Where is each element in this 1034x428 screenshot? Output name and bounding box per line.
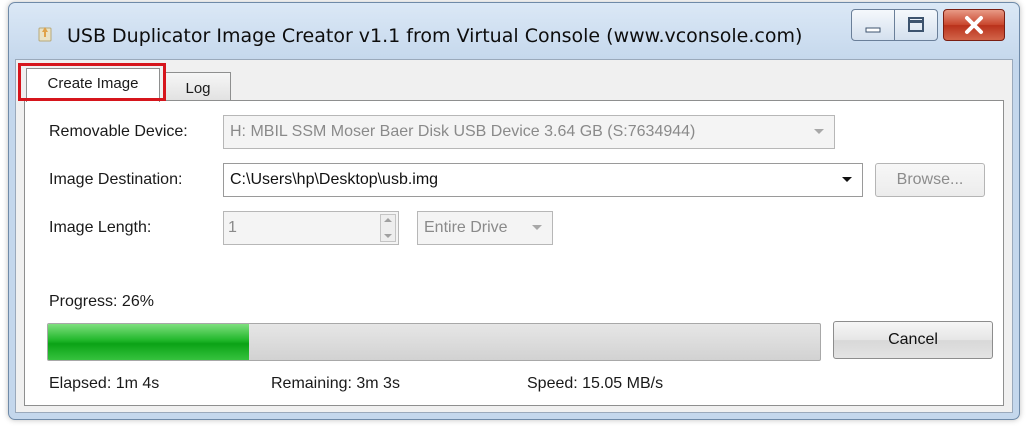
progress-bar: [47, 323, 821, 361]
window-title: USB Duplicator Image Creator v1.1 from V…: [67, 25, 803, 47]
app-window: USB Duplicator Image Creator v1.1 from V…: [8, 2, 1020, 420]
browse-button[interactable]: Browse...: [875, 163, 985, 197]
app-icon: [35, 23, 55, 43]
progress-fill: [48, 324, 249, 360]
removable-device-select[interactable]: H: MBIL SSM Moser Baer Disk USB Device 3…: [223, 115, 835, 149]
chevron-down-icon: [814, 129, 824, 134]
image-length-value: 1: [228, 219, 237, 236]
create-image-panel: Removable Device: H: MBIL SSM Moser Baer…: [24, 100, 1004, 406]
image-length-label: Image Length:: [49, 219, 152, 236]
image-length-spinner[interactable]: 1: [223, 211, 399, 245]
spinner-buttons[interactable]: [380, 214, 396, 242]
progress-label: Progress: 26%: [49, 293, 154, 310]
remaining-time: Remaining: 3m 3s: [271, 375, 400, 392]
maximize-button[interactable]: [894, 9, 938, 41]
image-length-unit-value: Entire Drive: [424, 219, 508, 236]
removable-device-value: H: MBIL SSM Moser Baer Disk USB Device 3…: [230, 123, 696, 140]
image-destination-combo[interactable]: C:\Users\hp\Desktop\usb.img: [223, 163, 863, 197]
close-icon: [965, 16, 983, 34]
minimize-icon: [865, 27, 881, 33]
tab-log-label: Log: [185, 80, 211, 97]
elapsed-time: Elapsed: 1m 4s: [49, 375, 160, 392]
close-button[interactable]: [943, 9, 1005, 41]
title-bar[interactable]: USB Duplicator Image Creator v1.1 from V…: [9, 3, 1019, 59]
image-length-unit-select[interactable]: Entire Drive: [417, 211, 553, 245]
spin-down-icon[interactable]: [384, 234, 392, 238]
maximize-icon: [908, 17, 924, 32]
tab-log[interactable]: Log: [165, 72, 231, 100]
image-destination-label: Image Destination:: [49, 171, 183, 188]
cancel-button[interactable]: Cancel: [833, 321, 993, 359]
chevron-down-icon[interactable]: [842, 177, 852, 182]
client-area: Create Image Log Removable Device: H: MB…: [15, 59, 1013, 413]
removable-device-label: Removable Device:: [49, 123, 188, 140]
chevron-down-icon: [532, 225, 542, 230]
minimize-button[interactable]: [851, 9, 895, 41]
tab-highlight-box: [18, 63, 166, 101]
spin-up-icon[interactable]: [384, 218, 392, 222]
transfer-speed: Speed: 15.05 MB/s: [527, 375, 664, 392]
image-destination-value: C:\Users\hp\Desktop\usb.img: [230, 171, 439, 188]
